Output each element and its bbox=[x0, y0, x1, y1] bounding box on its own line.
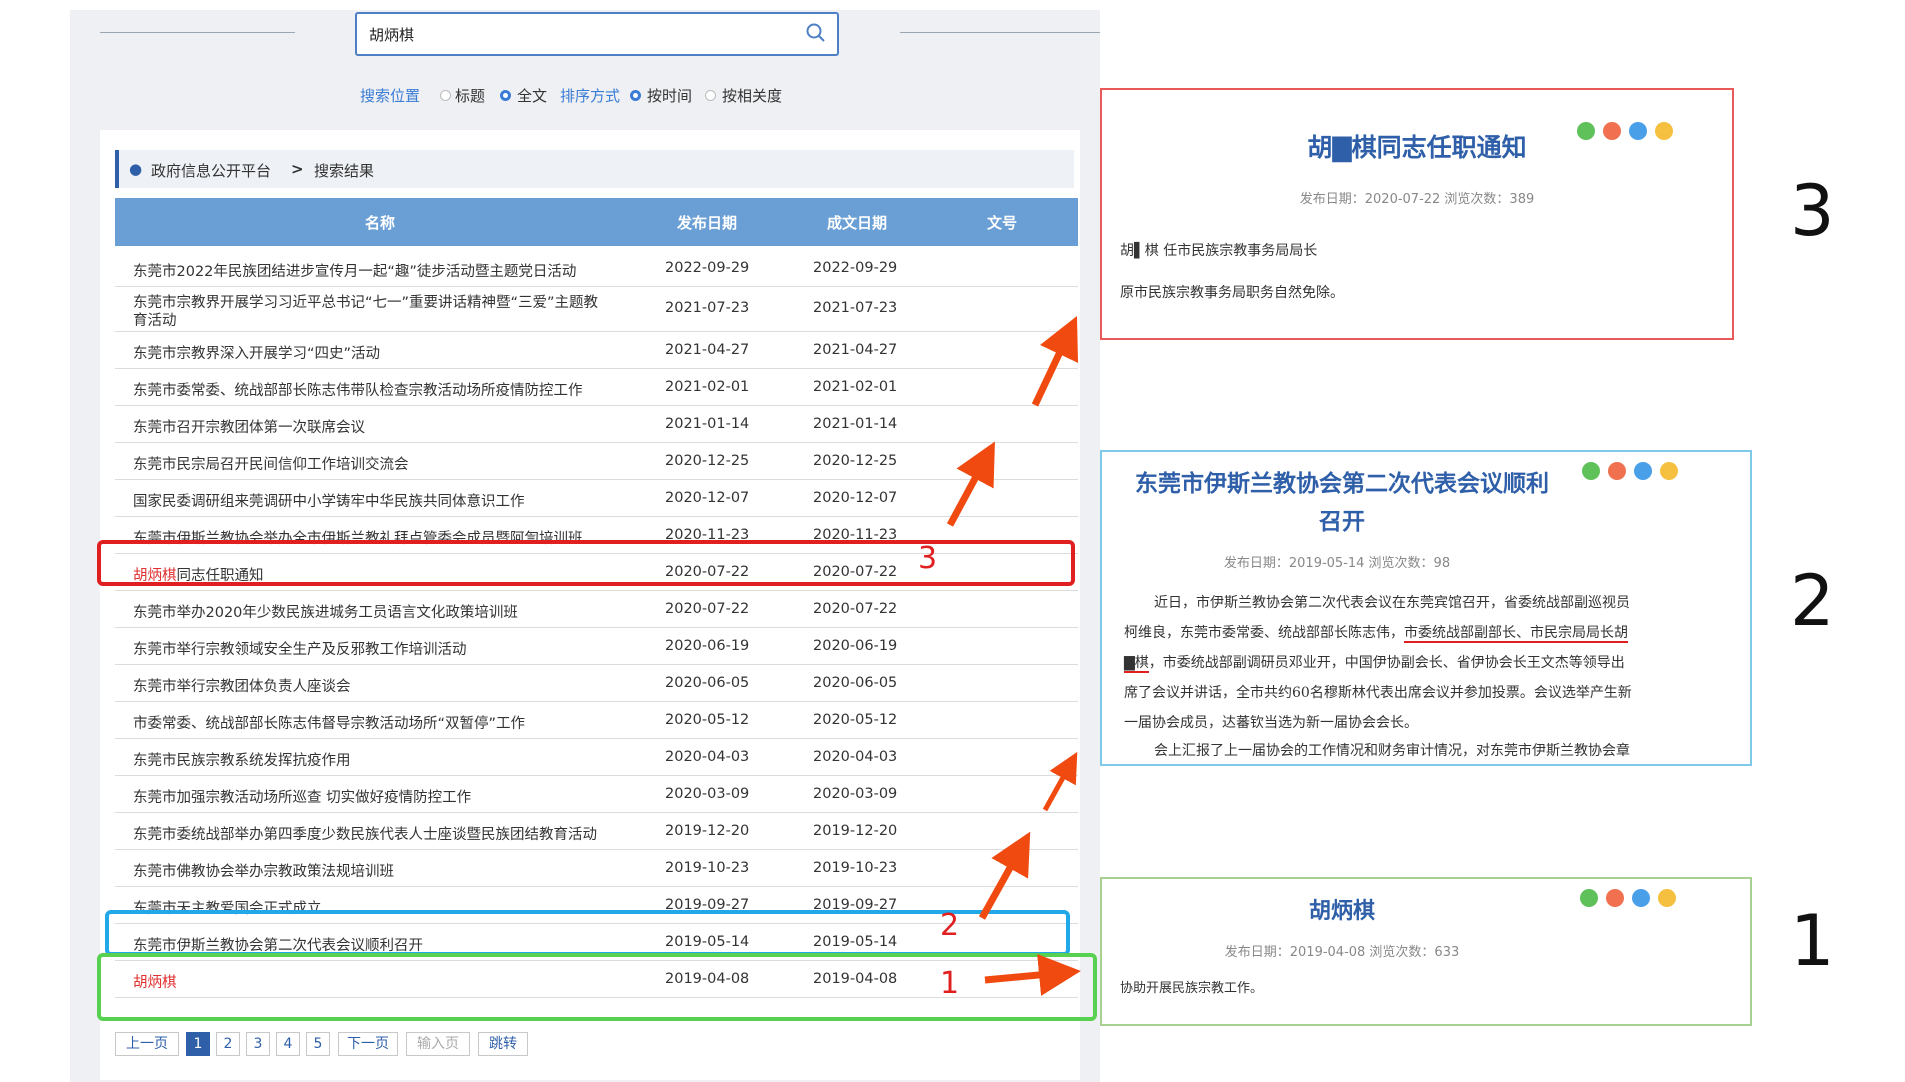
panel-label-2: 2 bbox=[1790, 560, 1835, 642]
arrow-icon bbox=[1031, 316, 1079, 407]
arrow-icon bbox=[1042, 751, 1078, 812]
article-panel-3: 胡▇棋同志任职通知 发布日期：2020-07-22 浏览次数：389 胡▌棋 任… bbox=[1100, 88, 1734, 340]
favorite-icon[interactable] bbox=[1655, 122, 1673, 140]
wechat-icon[interactable] bbox=[1582, 462, 1600, 480]
weibo-icon[interactable] bbox=[1606, 889, 1624, 907]
article-meta: 发布日期：2019-04-08 浏览次数：633 bbox=[1224, 945, 1460, 960]
article-paragraph: 席了会议并讲话，全市共约60名穆斯林代表出席会议并参加投票。会议选举产生新 bbox=[1124, 685, 1632, 701]
article-line: 协助开展民族宗教工作。 bbox=[1120, 981, 1264, 996]
article-meta: 发布日期：2019-05-14 浏览次数：98 bbox=[1223, 556, 1451, 571]
article-panel-1: 胡炳棋 发布日期：2019-04-08 浏览次数：633 协助开展民族宗教工作。 bbox=[1100, 877, 1752, 1026]
qq-icon[interactable] bbox=[1629, 122, 1647, 140]
arrow-icon bbox=[978, 831, 1031, 920]
article-paragraph: 近日，市伊斯兰教协会第二次代表会议在东莞宾馆召开，省委统战部副巡视员 bbox=[1154, 595, 1630, 611]
qq-icon[interactable] bbox=[1634, 462, 1652, 480]
article-meta: 发布日期：2020-07-22 浏览次数：389 bbox=[1299, 192, 1535, 207]
wechat-icon[interactable] bbox=[1580, 889, 1598, 907]
article-paragraph: 会上汇报了上一届协会的工作情况和财务审计情况，对东莞市伊斯兰教协会章 bbox=[1154, 743, 1630, 759]
article-line: 原市民族宗教事务局职务自然免除。 bbox=[1120, 285, 1344, 301]
favorite-icon[interactable] bbox=[1658, 889, 1676, 907]
article-title: 东莞市伊斯兰教协会第二次代表会议顺利 召开 bbox=[1135, 471, 1549, 535]
wechat-icon[interactable] bbox=[1577, 122, 1595, 140]
article-line: 胡▌棋 任市民族宗教事务局局长 bbox=[1120, 243, 1318, 259]
panel-label-1: 1 bbox=[1790, 900, 1835, 982]
weibo-icon[interactable] bbox=[1603, 122, 1621, 140]
article-title: 胡炳棋 bbox=[1308, 899, 1375, 924]
weibo-icon[interactable] bbox=[1608, 462, 1626, 480]
article-paragraph: 一届协会成员，达蕃钦当选为新一届协会会长。 bbox=[1124, 715, 1418, 731]
article-paragraph: ▇棋，市委统战部副调研员邓业开，中国伊协副会长、省伊协会长王文杰等领导出 bbox=[1124, 655, 1625, 673]
article-panel-2: 东莞市伊斯兰教协会第二次代表会议顺利 召开 发布日期：2019-05-14 浏览… bbox=[1100, 450, 1752, 766]
favorite-icon[interactable] bbox=[1660, 462, 1678, 480]
qq-icon[interactable] bbox=[1632, 889, 1650, 907]
underlined-text: 市委统战部副部长、市民宗局局长胡 bbox=[1404, 625, 1628, 643]
arrow-icon bbox=[946, 441, 995, 527]
article-paragraph: 柯维良，东莞市委常委、统战部部长陈志伟，市委统战部副部长、市民宗局局长胡 bbox=[1124, 625, 1628, 643]
panel-label-3: 3 bbox=[1790, 170, 1835, 252]
underlined-text: ▇棋 bbox=[1124, 655, 1149, 673]
arrow-icon bbox=[984, 954, 1081, 996]
